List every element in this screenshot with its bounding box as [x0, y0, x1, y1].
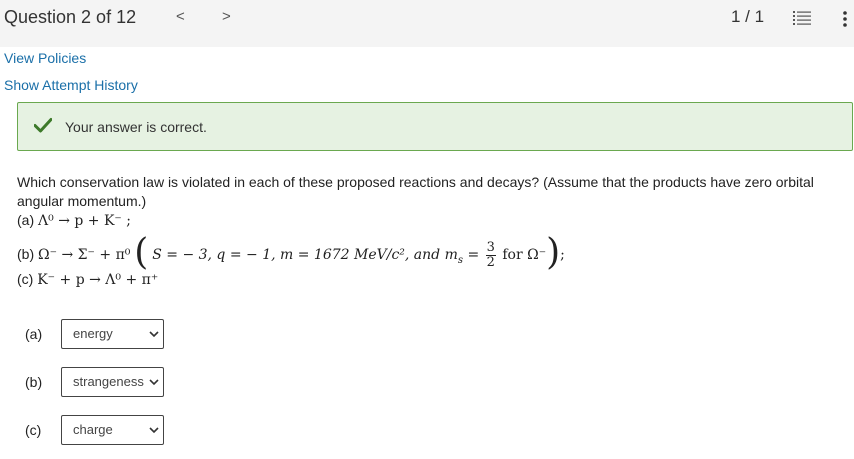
reaction-c-expression: K⁻ + p → Λ⁰ + π⁺: [37, 272, 159, 288]
question-counter: Question 2 of 12: [4, 7, 137, 27]
answer-b-value: strangeness: [73, 374, 144, 389]
reaction-b-tail: for Ω⁻: [497, 247, 547, 263]
show-attempt-history-link[interactable]: Show Attempt History: [4, 77, 138, 93]
reaction-b-label: (b): [17, 246, 35, 262]
question-header: Question 2 of 12 < > 1 / 1: [0, 0, 854, 47]
reaction-c: (c) K⁻ + p → Λ⁰ + π⁺: [17, 271, 158, 288]
answer-a-select[interactable]: energy: [61, 319, 164, 349]
chevron-down-icon: [149, 427, 159, 434]
correct-answer-banner: Your answer is correct.: [17, 102, 853, 151]
reaction-b-expression: Ω⁻ → Σ⁻ + π⁰: [38, 247, 131, 263]
answer-b-select[interactable]: strangeness: [61, 367, 164, 397]
answer-a-value: energy: [73, 326, 113, 341]
close-paren: ): [546, 232, 561, 273]
reaction-a-expression: Λ⁰ → p + K⁻ ;: [38, 213, 131, 229]
fraction-numerator: 3: [485, 239, 496, 256]
answer-c-label: (c): [25, 422, 42, 438]
page-count: 1 / 1: [731, 7, 765, 26]
view-policies-link[interactable]: View Policies: [4, 50, 86, 66]
answer-c-select[interactable]: charge: [61, 415, 164, 445]
fraction-denominator: 2: [486, 254, 495, 270]
chevron-down-icon: [149, 379, 159, 386]
reaction-b: (b) Ω⁻ → Σ⁻ + π⁰ ( S = − 3, q = − 1, m =…: [17, 230, 565, 273]
feedback-text: Your answer is correct.: [65, 119, 207, 135]
list-icon[interactable]: [793, 10, 811, 26]
reaction-a: (a) Λ⁰ → p + K⁻ ;: [17, 212, 131, 229]
checkmark-icon: [34, 118, 52, 133]
reaction-b-end: ;: [560, 247, 565, 263]
answer-b-label: (b): [25, 374, 43, 390]
previous-question-button[interactable]: <: [176, 8, 185, 25]
more-vertical-icon[interactable]: [838, 10, 852, 28]
reaction-a-label: (a): [17, 212, 35, 228]
answer-c-value: charge: [73, 422, 113, 437]
next-question-button[interactable]: >: [222, 8, 231, 25]
reaction-c-label: (c): [17, 271, 34, 287]
reaction-b-conditions: S = − 3, q = − 1, m = 1672 MeV/c², and m: [152, 247, 458, 263]
answer-a-label: (a): [25, 326, 43, 342]
equals-sign: =: [463, 247, 484, 263]
open-paren: (: [134, 232, 149, 273]
question-prompt: Which conservation law is violated in ea…: [17, 174, 814, 209]
spin-fraction: 3 2: [485, 239, 496, 270]
chevron-down-icon: [149, 331, 159, 338]
